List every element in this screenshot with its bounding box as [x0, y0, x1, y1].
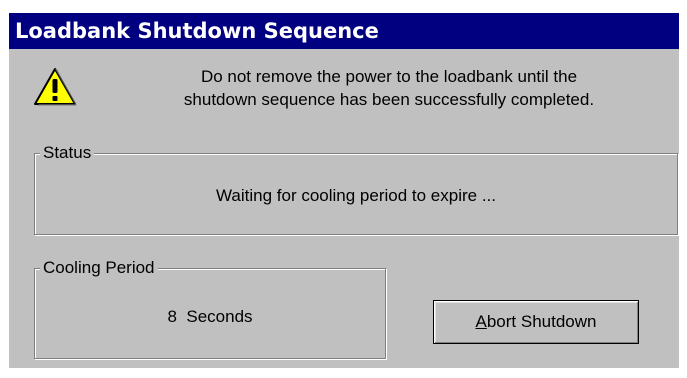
warning-message-line-1: Do not remove the power to the loadbank … [200, 67, 578, 86]
status-group-label: Status [40, 142, 95, 164]
abort-shutdown-button[interactable]: Abort Shutdown [433, 300, 639, 344]
warning-message-line-2: shutdown sequence has been successfully … [183, 90, 595, 109]
abort-button-mnemonic: A [475, 312, 487, 331]
title-bar[interactable]: Loadbank Shutdown Sequence [9, 13, 679, 49]
abort-button-label: bort Shutdown [486, 312, 597, 331]
status-group: Status Waiting for cooling period to exp… [34, 142, 678, 235]
status-text: Waiting for cooling period to expire ... [215, 186, 496, 205]
warning-message: Do not remove the power to the loadbank … [119, 65, 659, 111]
dialog-window: Loadbank Shutdown Sequence Do not remove… [9, 13, 679, 368]
warning-icon [34, 68, 77, 106]
cooling-period-label: Cooling Period [40, 257, 158, 279]
cooling-period-group: Cooling Period 8 Seconds [34, 257, 386, 359]
cooling-period-value: 8 Seconds [167, 307, 253, 326]
